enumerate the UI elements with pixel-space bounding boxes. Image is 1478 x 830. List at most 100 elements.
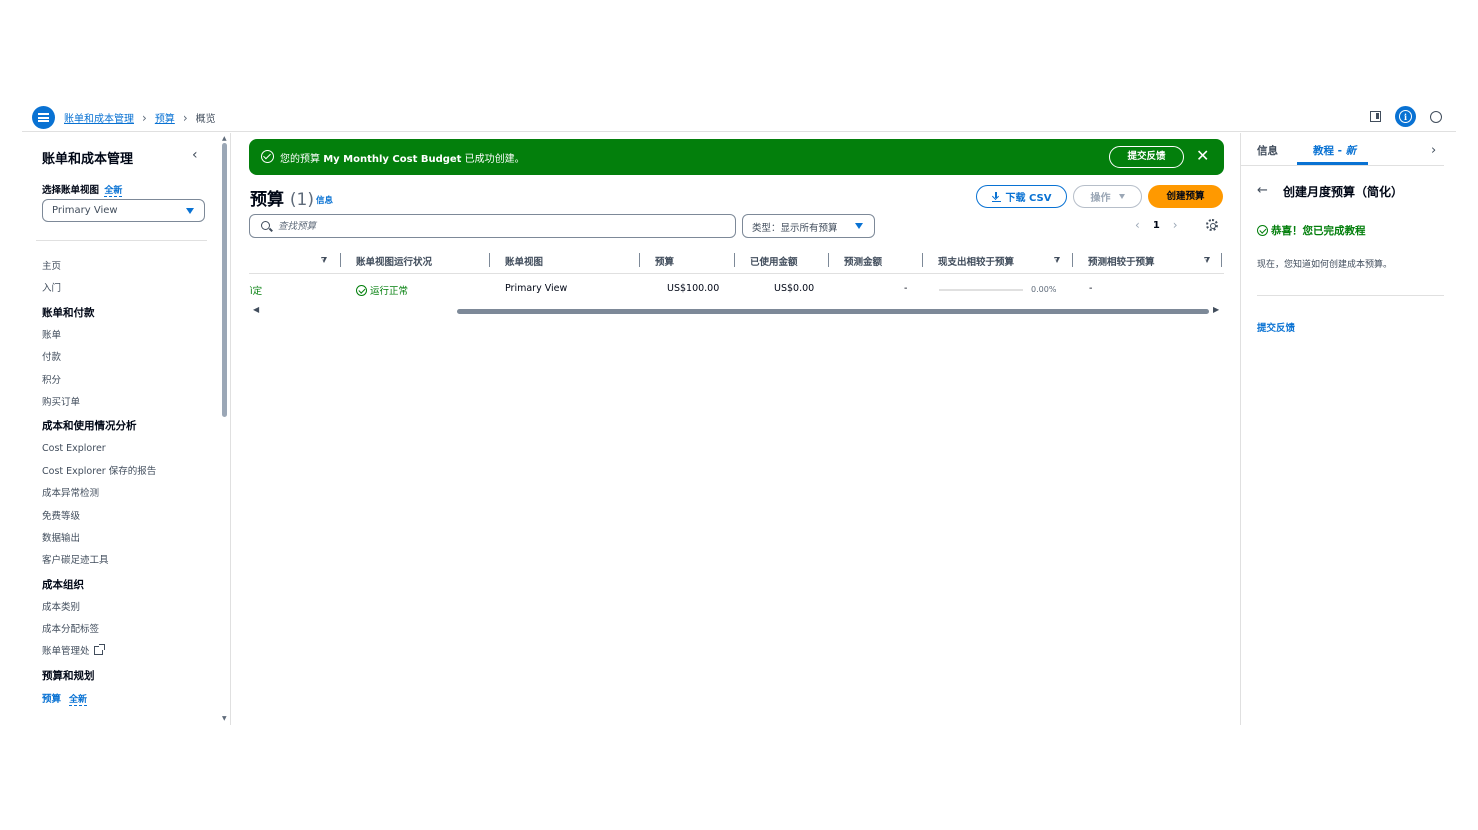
sidebar-scrollbar[interactable] [222,143,227,417]
sidebar-item-label: 付款 [42,352,62,364]
info-link[interactable]: 信息 [316,194,333,206]
sidebar-item-label: 主页 [42,261,62,272]
sidebar-item-label: 预算和规划 [42,669,95,682]
column-header-forecast[interactable]: 预测金额 [844,254,882,268]
sidebar-item[interactable]: 入门 [42,281,222,303]
sidebar-item[interactable]: 付款 [42,350,222,372]
column-header-used[interactable]: 已使用金额 [750,254,798,268]
column-separator[interactable] [1072,253,1073,267]
sidebar-item[interactable]: 客户碳足迹工具 [42,553,222,575]
sidebar-section: 预算和规划 [42,667,222,691]
health-status-text: 运行正常 [370,286,409,297]
column-header-billing-view[interactable]: 账单视图 [505,254,543,268]
type-filter-value: 类型：显示所有预算 [752,223,838,234]
sidebar-item[interactable]: 预算 全新 [42,691,222,706]
billing-view-cell: Primary View [505,283,568,294]
scroll-up-icon[interactable]: ▲ [222,135,227,142]
sidebar-item[interactable]: Cost Explorer [42,441,222,463]
actions-button[interactable]: 操作 [1073,185,1142,208]
billing-view-value: Primary View [52,205,118,216]
column-separator[interactable] [828,253,829,267]
column-header-health[interactable]: 账单视图运行状况 [356,254,432,268]
check-circle-icon [1257,225,1268,236]
success-flashbar: 您的预算 My Monthly Cost Budget 已成功创建。 提交反馈 … [249,139,1224,175]
page-number[interactable]: 1 [1153,220,1160,231]
search-icon [261,221,270,230]
download-icon [991,191,1001,202]
scroll-right-icon[interactable]: ▶ [1213,305,1219,314]
tab-tutorial-new: 新 [1345,145,1357,157]
new-badge[interactable]: 全新 [69,694,88,706]
submit-feedback-button[interactable]: 提交反馈 [1109,146,1184,168]
sidebar-item[interactable]: 成本分配标签 [42,622,222,644]
budget-name-link[interactable]: ì定 [250,283,262,297]
sort-icon[interactable] [321,257,327,263]
column-header-budget[interactable]: 预算 [655,254,674,268]
sidebar-border [230,133,231,725]
sort-icon[interactable] [1054,257,1060,263]
chevron-right-icon: › [142,110,147,125]
tab-info[interactable]: 信息 [1257,143,1278,158]
check-circle-icon [261,150,274,163]
forecast-cell: - [904,283,908,294]
tab-tutorial[interactable]: 教程 - 新 [1313,143,1356,158]
help-tabs: 信息 教程 - 新 › [1241,133,1444,166]
search-input[interactable] [278,219,718,234]
budget-count: (1) [289,190,315,210]
sidebar-item-label: 账单管理处 [42,646,90,658]
menu-icon[interactable] [32,106,55,129]
sidebar-item[interactable]: 数据输出 [42,531,222,553]
tutorial-success: 恭喜！您已完成教程 [1257,223,1366,238]
column-separator[interactable] [340,253,341,267]
sidebar-item[interactable]: 购买订单 [42,395,222,417]
new-badge[interactable]: 全新 [104,186,123,197]
scroll-left-icon[interactable]: ◀ [253,305,259,314]
column-separator[interactable] [489,253,490,267]
chevron-left-icon[interactable]: ‹ [1135,218,1140,232]
sidebar-item[interactable]: Cost Explorer 保存的报告 [42,464,222,486]
budget-amount-cell: US$100.00 [667,283,720,294]
breadcrumb-budgets[interactable]: 预算 [155,110,175,125]
table-horizontal-scrollbar[interactable] [457,309,1209,314]
sidebar-item[interactable]: 主页 [42,259,222,281]
side-panel-icon[interactable] [1370,111,1381,122]
column-separator[interactable] [922,253,923,267]
create-budget-button[interactable]: 创建预算 [1148,185,1223,208]
download-csv-button[interactable]: 下载 CSV [976,185,1067,208]
column-separator[interactable] [639,253,640,267]
external-link-icon [93,644,105,656]
sidebar-item[interactable]: 账单管理处 [42,644,222,666]
search-box[interactable] [249,214,736,238]
chevron-right-icon[interactable]: › [1173,218,1178,232]
arrow-left-icon[interactable]: ← [1257,183,1268,198]
column-separator[interactable] [734,253,735,267]
caret-down-icon [186,208,194,214]
settings-icon[interactable] [1206,219,1218,231]
sidebar-item[interactable]: 积分 [42,373,222,395]
info-icon[interactable]: i [1395,106,1416,127]
check-circle-icon [356,285,367,296]
type-filter-select[interactable]: 类型：显示所有预算 [742,214,875,238]
column-header-forecast-vs-budget[interactable]: 预测相较于预算 [1088,254,1155,268]
billing-view-select[interactable]: Primary View [42,199,205,222]
close-icon[interactable]: ✕ [1196,147,1209,165]
sidebar-title: 账单和成本管理 [42,152,134,167]
scroll-down-icon[interactable]: ▼ [222,715,227,722]
sidebar-item[interactable]: 账单 [42,328,222,350]
clock-icon[interactable] [1430,110,1442,123]
column-header-actual-vs-budget[interactable]: 现支出相较于预算 [938,254,1014,268]
sidebar-item[interactable]: 成本类别 [42,600,222,622]
chevron-right-icon[interactable]: › [1431,143,1436,158]
breadcrumb-billing[interactable]: 账单和成本管理 [64,110,134,125]
sidebar-section: 账单和付款 [42,304,222,328]
sidebar-item[interactable]: 免费等级 [42,509,222,531]
sidebar-item-label: 账单 [42,329,62,341]
active-tab-indicator [1297,162,1368,165]
help-feedback-link[interactable]: 提交反馈 [1257,320,1295,334]
sidebar-item[interactable]: 成本异常检测 [42,486,222,508]
sort-icon[interactable] [1204,257,1210,263]
download-csv-label: 下载 CSV [1005,193,1052,204]
column-separator[interactable] [1221,253,1222,267]
chevron-left-icon[interactable]: ‹ [192,147,198,163]
pagination: ‹ 1 › [1135,218,1178,232]
